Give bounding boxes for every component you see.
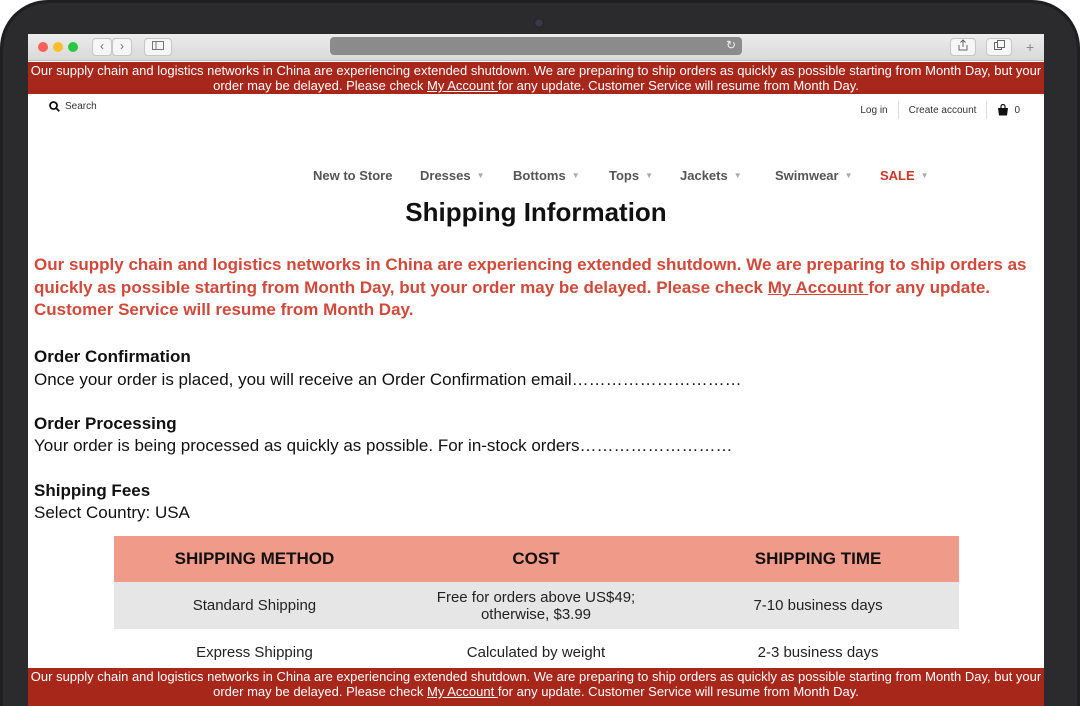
- nav-label: New to Store: [313, 168, 393, 183]
- forward-button[interactable]: ›: [112, 38, 132, 56]
- create-account-link[interactable]: Create account: [909, 105, 977, 116]
- table-cell: 7-10 business days: [677, 582, 959, 629]
- sidebar-toggle-button[interactable]: [144, 38, 172, 56]
- table-header-row: SHIPPING METHOD COST SHIPPING TIME: [114, 536, 959, 582]
- search-button[interactable]: Search: [49, 101, 97, 112]
- order-confirmation-heading: Order Confirmation: [34, 347, 191, 366]
- shipping-rates-table: SHIPPING METHOD COST SHIPPING TIME Stand…: [114, 536, 959, 676]
- webcam: [534, 18, 544, 28]
- nav-item-new-to-store[interactable]: New to Store: [313, 168, 392, 183]
- reload-icon[interactable]: ↻: [726, 38, 736, 52]
- account-links: Log in Create account 0: [860, 101, 1020, 119]
- nav-item-tops[interactable]: Tops ▼: [609, 168, 653, 183]
- table-cell: Standard Shipping: [114, 582, 395, 629]
- caret-down-icon: ▼: [844, 171, 853, 180]
- nav-label: Jackets: [680, 168, 728, 183]
- column-header-shipping-time: SHIPPING TIME: [677, 536, 959, 582]
- login-link[interactable]: Log in: [860, 105, 887, 116]
- nav-label: Tops: [609, 168, 640, 183]
- main-navigation: New to Store Dresses ▼ Bottoms ▼ Tops ▼ Jac…: [28, 168, 1044, 186]
- shipping-fees-heading: Shipping Fees: [34, 481, 151, 500]
- cart-count: 0: [1014, 104, 1020, 116]
- share-icon: [958, 39, 968, 51]
- notice-my-account-link[interactable]: My Account: [768, 278, 868, 297]
- caret-down-icon: ▼: [733, 171, 742, 180]
- new-tab-button[interactable]: +: [1026, 39, 1034, 55]
- back-button[interactable]: ‹: [92, 38, 112, 56]
- banner-my-account-link[interactable]: My Account: [427, 684, 498, 699]
- laptop-bezel: ‹ › ↻ + Our supply chain and logistics n…: [0, 0, 1080, 706]
- header-divider: [897, 101, 899, 119]
- header-divider: [986, 101, 988, 119]
- nav-label: Swimwear: [775, 168, 839, 183]
- sidebar-icon: [152, 41, 164, 50]
- nav-item-swimwear[interactable]: Swimwear ▼: [775, 168, 853, 183]
- column-header-cost: COST: [394, 536, 678, 582]
- table-cell: Free for orders above US$49; otherwise, …: [394, 582, 678, 629]
- nav-item-jackets[interactable]: Jackets ▼: [680, 168, 742, 183]
- tabs-icon: [993, 40, 1005, 50]
- page-title: Shipping Information: [405, 197, 667, 227]
- browser-window: ‹ › ↻ + Our supply chain and logistics n…: [28, 34, 1044, 706]
- search-icon: [49, 101, 60, 112]
- shutdown-banner-top: Our supply chain and logistics networks …: [28, 62, 1044, 94]
- banner-my-account-link[interactable]: My Account: [427, 78, 498, 93]
- order-confirmation-text: Once your order is placed, you will rece…: [34, 370, 742, 389]
- nav-item-bottoms[interactable]: Bottoms ▼: [513, 168, 580, 183]
- shutdown-banner-bottom: Our supply chain and logistics networks …: [28, 668, 1044, 706]
- shopping-bag-icon: [998, 104, 1009, 116]
- address-bar[interactable]: ↻: [330, 37, 742, 55]
- share-button[interactable]: [950, 38, 976, 56]
- close-window-button[interactable]: [38, 42, 48, 52]
- nav-label: Bottoms: [513, 168, 566, 183]
- order-processing-heading: Order Processing: [34, 414, 177, 433]
- browser-toolbar: ‹ › ↻ +: [28, 34, 1044, 61]
- order-processing-text: Your order is being processed as quickly…: [34, 436, 733, 455]
- column-header-shipping-method: SHIPPING METHOD: [114, 536, 395, 582]
- caret-down-icon: ▼: [571, 171, 580, 180]
- caret-down-icon: ▼: [645, 171, 654, 180]
- nav-item-dresses[interactable]: Dresses ▼: [420, 168, 485, 183]
- shutdown-notice: Our supply chain and logistics networks …: [34, 254, 1038, 322]
- caret-down-icon: ▼: [920, 171, 929, 180]
- tabs-overview-button[interactable]: [986, 38, 1012, 56]
- site-header: Search Log in Create account 0: [28, 99, 1044, 119]
- nav-label: Dresses: [420, 168, 471, 183]
- minimize-window-button[interactable]: [53, 42, 63, 52]
- nav-item-sale[interactable]: SALE ▼: [880, 168, 929, 183]
- caret-down-icon: ▼: [476, 171, 485, 180]
- search-label: Search: [65, 101, 97, 112]
- maximize-window-button[interactable]: [68, 42, 78, 52]
- nav-label: SALE: [880, 168, 915, 183]
- cart-button[interactable]: 0: [997, 104, 1020, 116]
- banner-text-end: for any update. Customer Service will re…: [497, 684, 859, 699]
- select-country-text: Select Country: USA: [34, 503, 190, 522]
- table-row: Standard Shipping Free for orders above …: [114, 582, 959, 629]
- banner-text-end: for any update. Customer Service will re…: [497, 78, 859, 93]
